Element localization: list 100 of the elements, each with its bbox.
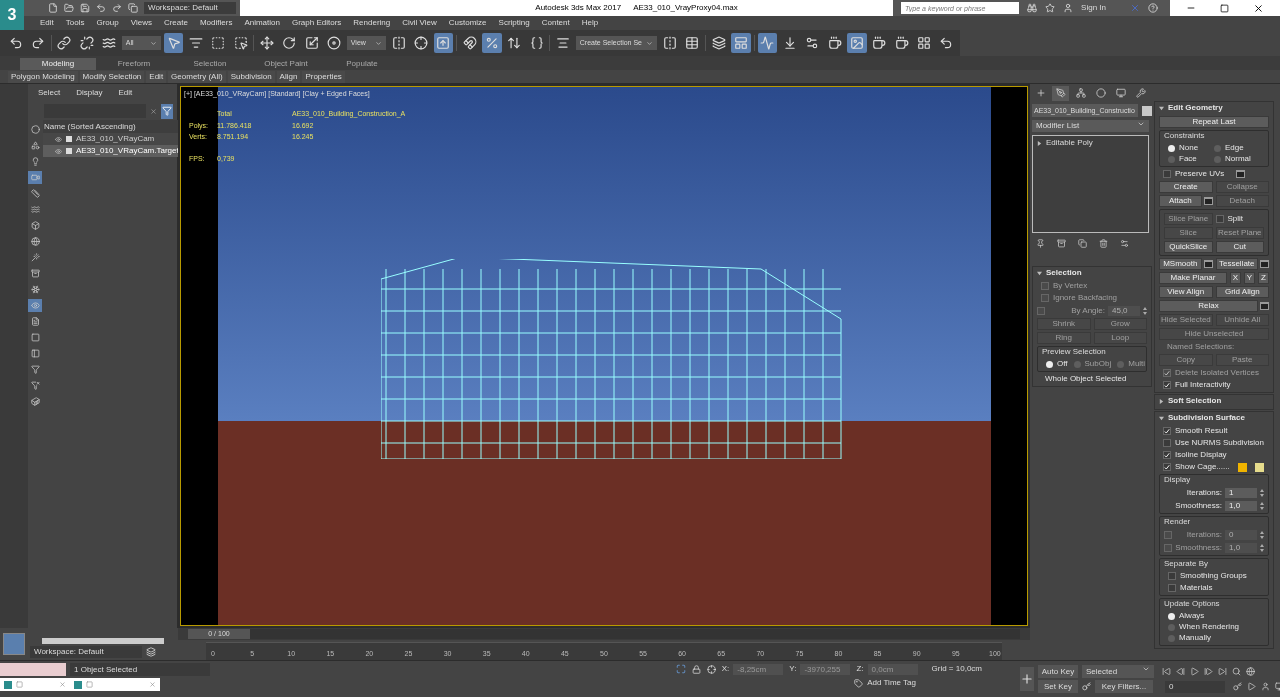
window-title: Autodesk 3ds Max 2017 [535,2,622,14]
group-title: Constraints [1163,131,1206,141]
rollout-title[interactable]: Edit Geometry [1168,102,1223,114]
modifier-list-dropdown[interactable]: Modifier List [1032,120,1149,132]
panel-button[interactable]: Tessellate [1215,258,1258,270]
rollout-title[interactable]: Subdivision Surface [1168,412,1245,424]
radio-label: Multi [1128,358,1146,370]
checkbox-label: By Vertex [1053,280,1088,292]
menu-item[interactable]: Civil View [396,17,443,29]
coordinate-label: X: [721,663,730,675]
ribbon-tab[interactable]: Populate [324,58,400,70]
spinner-label: Smoothness: [1175,541,1222,554]
checkbox-label: Smooth Result [1175,425,1228,437]
group-title: Preview Selection [1041,347,1107,357]
panel-button[interactable]: Create [1159,181,1213,193]
grid-size: Grid = 10,0cm [930,663,983,675]
radio-label: Always [1179,610,1205,622]
radio-label: When Rendering [1179,621,1240,633]
auto-key-button[interactable]: Auto Key [1038,665,1078,678]
ribbon-tab[interactable]: Selection [172,58,248,70]
ribbon-panel-button[interactable]: Subdivision [227,70,275,83]
group-title: Update Options [1163,599,1221,609]
ribbon-panel-button[interactable]: Polygon Modeling [8,70,78,83]
time-tag-link[interactable]: Add Time Tag [867,677,916,689]
radio-label: Edge [1225,142,1244,154]
menu-item[interactable]: Group [90,17,125,29]
ribbon-panel-button[interactable]: Properties [302,70,345,83]
checkbox-label: Preserve UVs [1175,168,1225,180]
panel-button[interactable]: MSmooth [1159,258,1202,270]
checkbox-label: Smoothing Groups [1180,570,1247,582]
app-logo[interactable]: 3 [0,0,24,30]
panel-button[interactable]: Cut [1215,241,1264,253]
ribbon-tab[interactable]: Modeling [20,58,96,70]
group-title: Separate By [1163,559,1210,569]
note-text: Named Selections: [1167,342,1235,352]
panel-button[interactable]: Repeat Last [1159,116,1269,128]
checkbox-label: Materials [1180,582,1213,594]
coordinate-label: Z: [856,663,864,675]
panel-button[interactable]: View Align [1159,286,1213,298]
ribbon-panel-button[interactable]: Edit [146,70,167,83]
ribbon-panel-button[interactable]: Geometry (All) [168,70,226,83]
menu-item[interactable]: Graph Editors [285,17,348,29]
selection-status: 1 Object Selected [70,663,210,676]
rollout-title[interactable]: Selection [1046,267,1082,279]
ribbon-panel-button[interactable]: Align [276,70,301,83]
panel-button[interactable]: Y [1244,272,1255,284]
column-header[interactable]: Name (Sorted Ascending) [43,120,179,133]
frame-field[interactable]: 0 [1165,680,1225,693]
sign-in-button[interactable]: Sign In [1081,2,1122,14]
scene-object-row[interactable]: AE33_010_VRayCam.Target [43,145,179,157]
ribbon-tab[interactable]: Freeform [96,58,172,70]
note-text: Whole Object Selected [1045,374,1127,384]
set-key-button[interactable]: Set Key [1038,680,1078,693]
explorer-menu-item[interactable]: Edit [118,87,133,99]
menu-item[interactable]: Scripting [492,17,536,29]
menu-item[interactable]: Customize [442,17,493,29]
menu-item[interactable]: Create [157,17,194,29]
panel-button[interactable]: Relax [1159,300,1258,312]
explorer-menu-item[interactable]: Display [76,87,103,99]
spinner-label: Iterations: [1185,528,1222,541]
checkbox-label: Ignore Backfacing [1053,292,1118,304]
menu-item[interactable]: Content [535,17,576,29]
spinner-label: Smoothness: [1174,499,1222,512]
menu-item[interactable]: Help [575,17,605,29]
workspace-dropdown[interactable]: Workspace: Default [30,646,142,658]
checkbox-label: Split [1227,213,1244,225]
radio-label: Off [1057,358,1068,370]
radio-label: Face [1179,153,1197,165]
menu-item[interactable]: Views [124,17,158,29]
spinner-field[interactable]: 1 [1225,487,1257,498]
coordinate-label: Y: [789,663,797,675]
panel-button[interactable]: Attach [1159,195,1202,207]
group-title: Display [1163,475,1192,485]
checkbox-label: Full Interactivity [1175,379,1231,391]
menu-item[interactable]: Animation [238,17,286,29]
menu-item[interactable]: Modifiers [193,17,239,29]
menu-item[interactable]: Tools [59,17,91,29]
spinner-field[interactable]: 1,0 [1225,500,1257,511]
radio-label: Normal [1225,153,1251,165]
key-mode-dropdown[interactable]: Selected [1082,665,1154,678]
radio-label: None [1179,142,1199,154]
stack-item[interactable]: Editable Poly [1046,137,1093,149]
panel-button[interactable]: Make Planar [1159,272,1227,284]
ribbon-panel-button[interactable]: Modify Selection [79,70,145,83]
panel-button[interactable]: Z [1258,272,1269,284]
group-title: Render [1163,517,1192,527]
checkbox-label: Show Cage...... [1175,461,1230,473]
key-filters-button[interactable]: Key Filters... [1095,680,1153,693]
ribbon-tab[interactable]: Object Paint [248,58,324,70]
panel-button[interactable]: Grid Align [1215,286,1269,298]
checkbox-label: Isoline Display [1175,449,1227,461]
spinner-label: Iterations: [1185,486,1222,499]
explorer-menu-item[interactable]: Select [38,87,61,99]
menu-item[interactable]: Rendering [347,17,397,29]
menu-item[interactable]: Edit [34,17,60,29]
panel-button[interactable]: X [1230,272,1241,284]
checkbox-label: Delete Isolated Vertices [1175,367,1260,379]
modifier-stack[interactable]: Editable Poly [1032,135,1149,233]
panel-button[interactable]: QuickSlice [1164,241,1213,253]
workspace-dropdown[interactable]: Workspace: Default [144,2,236,14]
